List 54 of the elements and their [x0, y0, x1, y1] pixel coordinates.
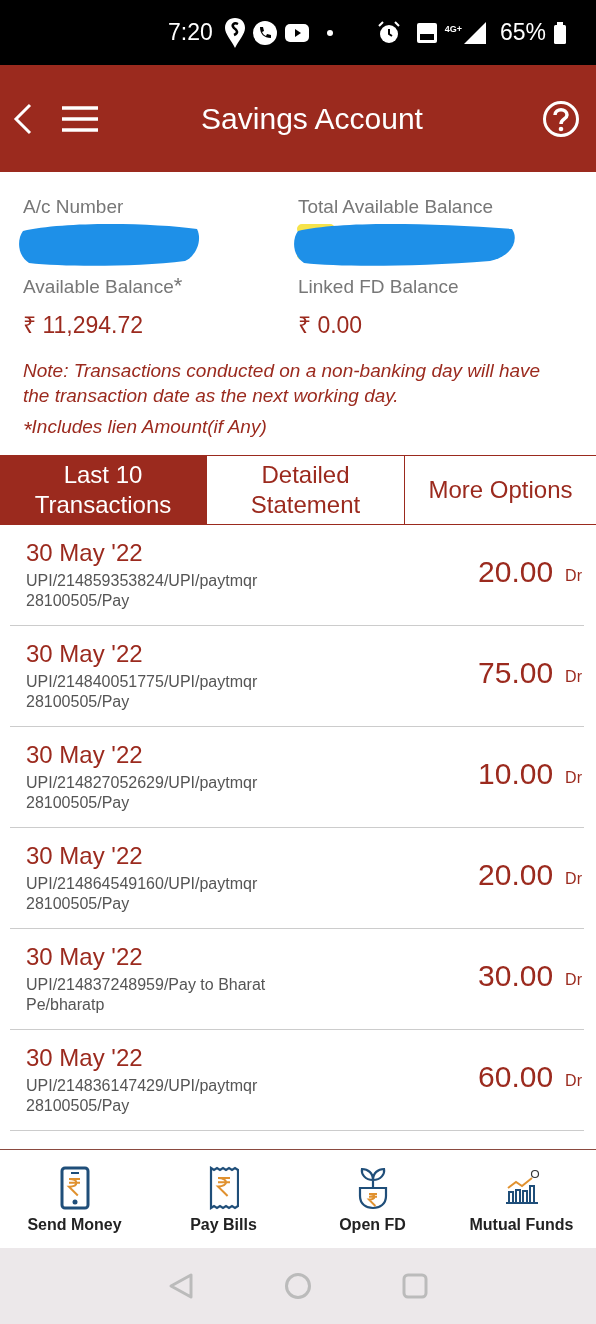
transaction-amount: 60.00 [478, 1060, 554, 1094]
transaction-description: UPI/214859353824/UPI/paytmqr 28100505/Pay [26, 571, 259, 611]
field-label: Total Available Balance [298, 196, 495, 218]
transaction-amount: 20.00 [478, 555, 554, 589]
notification-dot-icon [326, 29, 333, 36]
video-play-icon [284, 23, 309, 42]
transaction-date: 30 May '22 [26, 1044, 144, 1072]
transaction-date: 30 May '22 [26, 842, 144, 870]
field-label: Available Balance* [23, 276, 184, 298]
screen-title: Savings Account [200, 101, 424, 136]
phone-call-icon [252, 20, 277, 45]
transaction-date: 30 May '22 [26, 640, 144, 668]
back-button[interactable] [12, 102, 34, 135]
field-label: A/c Number [23, 196, 125, 218]
volte-icon [416, 22, 437, 43]
nav-item[interactable]: Open FD [298, 1150, 447, 1249]
transaction-date: 30 May '22 [26, 943, 144, 971]
tab[interactable]: Last 10 Transactions [0, 456, 206, 524]
debit-label: Dr [565, 668, 582, 686]
plant-pot-icon [356, 1166, 389, 1210]
bill-rupee-icon [208, 1166, 239, 1210]
debit-label: Dr [565, 567, 582, 585]
note-text: Note: Transactions conducted on a non-banking day will have the transaction date as the next working day. [23, 359, 542, 408]
transaction-description: UPI/214840051775/UPI/paytmqr 28100505/Pay [26, 672, 259, 712]
debit-label: Dr [565, 769, 582, 787]
transaction-amount: 75.00 [478, 656, 554, 690]
transaction-amount: 20.00 [478, 858, 554, 892]
transaction-date: 30 May '22 [26, 741, 144, 769]
transaction-description: UPI/214864549160/UPI/paytmqr 28100505/Pay [26, 874, 259, 914]
signal-icon [463, 21, 486, 44]
map-pin-icon [224, 17, 245, 48]
nav-item[interactable]: Pay Bills [149, 1150, 298, 1249]
nav-item[interactable]: Send Money [0, 1150, 149, 1249]
transaction-date: 30 May '22 [26, 539, 144, 567]
network-type: 4G+ [444, 23, 462, 34]
alarm-icon [376, 20, 401, 45]
nav-item[interactable]: Mutual Funds [447, 1150, 596, 1249]
debit-label: Dr [565, 971, 582, 989]
menu-button[interactable] [62, 104, 98, 133]
debit-label: Dr [565, 1072, 582, 1090]
transaction-description: UPI/214836147429/UPI/paytmqr 28100505/Pay [26, 1076, 259, 1116]
battery-icon [554, 21, 566, 44]
transaction-description: UPI/214837248959/Pay to Bharat Pe/bharatp [26, 975, 267, 1015]
balance-value: ₹ 11,294.72 [23, 311, 144, 340]
transaction-description: UPI/214827052629/UPI/paytmqr 28100505/Pay [26, 773, 259, 813]
battery-percent: 65% [499, 19, 546, 46]
debit-label: Dr [565, 870, 582, 888]
status-time: 7:20 [168, 19, 213, 46]
transaction-amount: 10.00 [478, 757, 554, 791]
balance-value: ₹ 0.00 [298, 311, 364, 340]
transaction-amount: 30.00 [478, 959, 554, 993]
phone-rupee-icon [59, 1166, 90, 1210]
help-button[interactable] [542, 99, 580, 138]
field-label: Linked FD Balance [298, 276, 460, 298]
